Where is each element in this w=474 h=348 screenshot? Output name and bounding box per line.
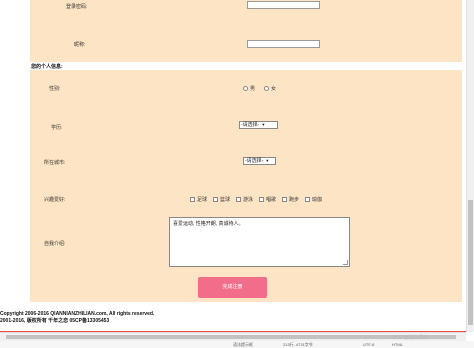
gender-male[interactable]: 男 bbox=[243, 85, 255, 92]
vertical-scrollbar[interactable] bbox=[466, 0, 474, 332]
radio-icon[interactable] bbox=[243, 86, 248, 92]
password-label: 登录密码: bbox=[66, 4, 88, 10]
section-title: 您的个人信息: bbox=[31, 64, 63, 70]
intro-label: 自我介绍: bbox=[44, 241, 66, 247]
education-label: 学历: bbox=[51, 125, 63, 131]
status-bar: 语法提示框 213行, 4731字节 UTF-8 HTML bbox=[0, 341, 474, 348]
city-select[interactable]: -请选择- ▼ bbox=[243, 157, 276, 165]
hobby-football[interactable]: 足球 bbox=[190, 196, 207, 203]
status-position: 213行, 4731字节 bbox=[283, 342, 313, 347]
nickname-field[interactable] bbox=[247, 40, 320, 48]
status-language: HTML bbox=[392, 342, 403, 347]
hobby-basketball[interactable]: 篮球 bbox=[213, 196, 230, 203]
personal-panel: 性别: 男 女 学历: -请选择- ▼ 所在城市: -请选择- ▼ 兴趣爱好: 足球… bbox=[30, 70, 462, 302]
checkbox-icon[interactable] bbox=[236, 197, 241, 203]
hobby-label: 兴趣爱好: bbox=[44, 197, 66, 203]
hobby-singing[interactable]: 唱歌 bbox=[259, 196, 276, 203]
hobby-yoga[interactable]: 瑜伽 bbox=[305, 196, 322, 203]
nickname-label: 昵称: bbox=[74, 42, 86, 48]
watermark: CSDN @模拟青年 bbox=[388, 335, 429, 341]
gender-label: 性别: bbox=[49, 86, 61, 92]
footer-license: 2001-2016, 版权所有 千年之恋 05CP备13305453 bbox=[0, 318, 110, 324]
chevron-down-icon: ▼ bbox=[265, 158, 270, 163]
checkbox-icon[interactable] bbox=[305, 197, 310, 203]
vertical-scroll-thumb[interactable] bbox=[468, 200, 473, 325]
checkbox-icon[interactable] bbox=[213, 197, 218, 203]
education-select[interactable]: -请选择- ▼ bbox=[239, 121, 278, 129]
chevron-down-icon: ▼ bbox=[261, 122, 266, 127]
resize-handle-icon[interactable] bbox=[343, 260, 348, 265]
footer-copyright: Copyright 2006-2016 QIANNIANZHILIAN.com,… bbox=[0, 311, 155, 317]
intro-textarea[interactable]: 喜爱运动, 性格开朗, 真诚待人。 bbox=[169, 217, 350, 267]
password-field[interactable] bbox=[247, 1, 320, 9]
footer: Copyright 2006-2016 QIANNIANZHILIAN.com,… bbox=[0, 311, 154, 325]
account-panel: 登录密码: 昵称: bbox=[30, 0, 462, 62]
checkbox-icon[interactable] bbox=[190, 197, 195, 203]
status-hint: 语法提示框 bbox=[233, 342, 253, 347]
checkbox-icon[interactable] bbox=[282, 197, 287, 203]
status-encoding: UTF-8 bbox=[363, 342, 375, 347]
checkbox-icon[interactable] bbox=[259, 197, 264, 203]
hobby-swimming[interactable]: 游泳 bbox=[236, 196, 253, 203]
page-content: 登录密码: 昵称: 您的个人信息: 性别: 男 女 学历: -请选择- ▼ 所在城… bbox=[0, 0, 466, 332]
hobby-running[interactable]: 跑步 bbox=[282, 196, 299, 203]
radio-icon[interactable] bbox=[264, 86, 269, 92]
gender-female[interactable]: 女 bbox=[264, 85, 276, 92]
submit-button[interactable]: 完成注册 bbox=[198, 277, 267, 298]
city-label: 所在城市: bbox=[44, 160, 66, 166]
